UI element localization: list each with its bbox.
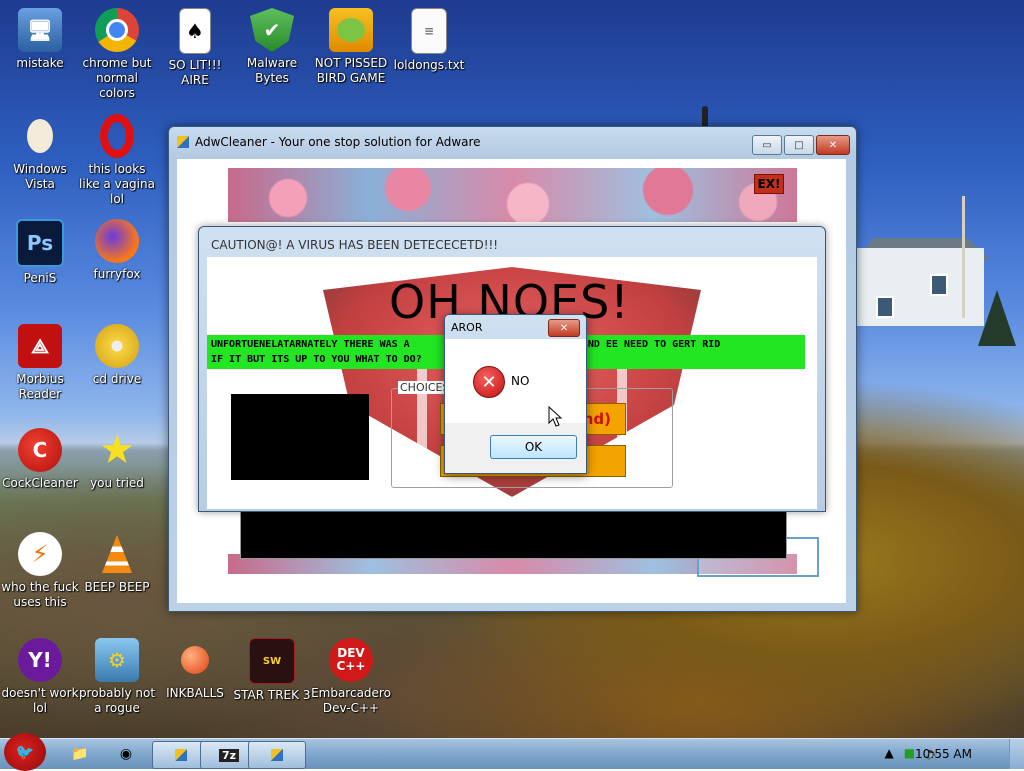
egg-icon (18, 114, 62, 158)
error-x-icon: ✕ (473, 366, 505, 398)
maximize-button[interactable]: □ (784, 135, 814, 155)
desktop-icon-photoshop[interactable]: Ps PeniS (0, 219, 80, 286)
warning-line-2: IF IT BUT ITS UP TO YOU WHAT TO DO? (211, 354, 422, 365)
ex-badge[interactable]: EX! (754, 174, 784, 194)
tray-expand-icon[interactable]: ▲ (884, 746, 893, 760)
error-message: NO (511, 374, 530, 388)
minimize-button[interactable]: ▭ (752, 135, 782, 155)
desktop-icon-pdf-reader[interactable]: ⟁ Morbius Reader (0, 324, 80, 402)
lighthouse-spire (702, 106, 708, 128)
show-desktop-button[interactable] (1009, 739, 1024, 769)
desktop-icon-firefox[interactable]: furryfox (77, 219, 157, 282)
desktop-icon-opera[interactable]: this looks like a vagina lol (77, 114, 157, 207)
ok-button[interactable]: OK (490, 435, 577, 459)
shield-check-icon: ✔ (250, 8, 294, 52)
error-dialog-title: AROR (451, 321, 483, 334)
desktop-icon-malwarebytes[interactable]: ✔ Malware Bytes (232, 8, 312, 86)
app-icon (175, 749, 187, 761)
desktop-icon-solitaire[interactable]: ♠ SO LIT!!! AIRE (155, 8, 235, 88)
desktop-icon-ccleaner[interactable]: C CockCleaner (0, 428, 80, 491)
flag-pole (962, 196, 965, 318)
computer-icon: 🖥 (18, 8, 62, 52)
close-button[interactable]: ✕ (816, 135, 850, 155)
desktop-icon-star-trek[interactable]: SW STAR TREK 3 (232, 638, 312, 703)
window-controls: ▭ □ ✕ (752, 135, 850, 155)
taskbar-clock[interactable]: 10:55 AM (915, 747, 972, 761)
star-icon: ★ (99, 427, 135, 473)
error-close-button[interactable]: ✕ (548, 319, 580, 337)
app-icon (177, 136, 189, 148)
taskbar: 🐦 📁 ◉ 7z ▲ ■ 🔊 10:55 AM (0, 733, 1024, 771)
cd-icon (95, 324, 139, 368)
house-window (930, 274, 948, 296)
black-output-bar (240, 511, 787, 559)
solitaire-icon: ♠ (179, 8, 211, 54)
opera-icon (95, 114, 139, 158)
desktop-icon-devcpp[interactable]: DEV C++ Embarcadero Dev-C++ (311, 638, 391, 716)
text-file-icon: ≡ (411, 8, 447, 54)
gear-monitor-icon: ⚙ (95, 638, 139, 682)
caution-title: CAUTION@! A VIRUS HAS BEEN DETECECETD!!! (211, 238, 499, 252)
flower-banner (228, 168, 797, 222)
house-window (876, 296, 894, 318)
tray-green-icon[interactable]: ■ (904, 746, 915, 760)
start-button[interactable]: 🐦 (4, 733, 46, 771)
vlc-cone-icon (95, 532, 139, 576)
window-title: AdwCleaner - Your one stop solution for … (195, 135, 481, 149)
desktop-icon-you-tried[interactable]: ★ you tried (77, 427, 157, 491)
pinned-folder-icon[interactable]: 📁 (62, 742, 98, 766)
pdf-reader-icon: ⟁ (18, 324, 62, 368)
adwcleaner-titlebar[interactable]: AdwCleaner - Your one stop solution for … (177, 135, 481, 149)
desktop-icon-yahoo[interactable]: Y! doesn't work lol (0, 638, 80, 716)
task-7z-label: 7z (218, 748, 240, 762)
desktop-icon-chrome[interactable]: chrome but normal colors (77, 8, 157, 101)
inkball-icon (173, 638, 217, 682)
desktop-icon-windows-vista[interactable]: Windows Vista (0, 114, 80, 192)
pinned-chrome-icon[interactable]: ◉ (108, 742, 144, 766)
firefox-icon (95, 219, 139, 263)
desktop-icon-cd-drive[interactable]: cd drive (77, 324, 157, 387)
desktop-icon-lightning[interactable]: ⚡ who the fuck uses this (0, 532, 80, 610)
taskbar-task-caution[interactable] (248, 741, 306, 769)
ccleaner-icon: C (18, 428, 62, 472)
yahoo-icon: Y! (18, 638, 62, 682)
app-icon (271, 749, 283, 761)
photoshop-icon: Ps (16, 219, 64, 267)
desktop-icon-mistake[interactable]: 🖥 mistake (0, 8, 80, 71)
desktop-icon-textfile[interactable]: ≡ loldongs.txt (389, 8, 469, 73)
desktop-icon-rogue[interactable]: ⚙ probably not a rogue (77, 638, 157, 716)
desktop-icon-vlc[interactable]: BEEP BEEP (77, 532, 157, 595)
warning-line-1: UNFORTUENELATARNATELY THERE WAS A (211, 339, 410, 350)
error-dialog[interactable]: AROR ✕ ✕ NO OK (444, 314, 587, 474)
chrome-icon (95, 8, 139, 52)
mouse-cursor-icon (548, 406, 562, 427)
star-wars-icon: SW (249, 638, 295, 684)
pig-icon (329, 8, 373, 52)
error-dialog-client: ✕ NO OK (445, 339, 586, 473)
desktop-icon-bird-game[interactable]: NOT PISSED BIRD GAME (311, 8, 391, 86)
desktop-icon-inkballs[interactable]: INKBALLS (155, 638, 235, 701)
lightning-icon: ⚡ (18, 532, 62, 576)
devcpp-icon: DEV C++ (329, 638, 373, 682)
black-image-box (231, 394, 369, 480)
